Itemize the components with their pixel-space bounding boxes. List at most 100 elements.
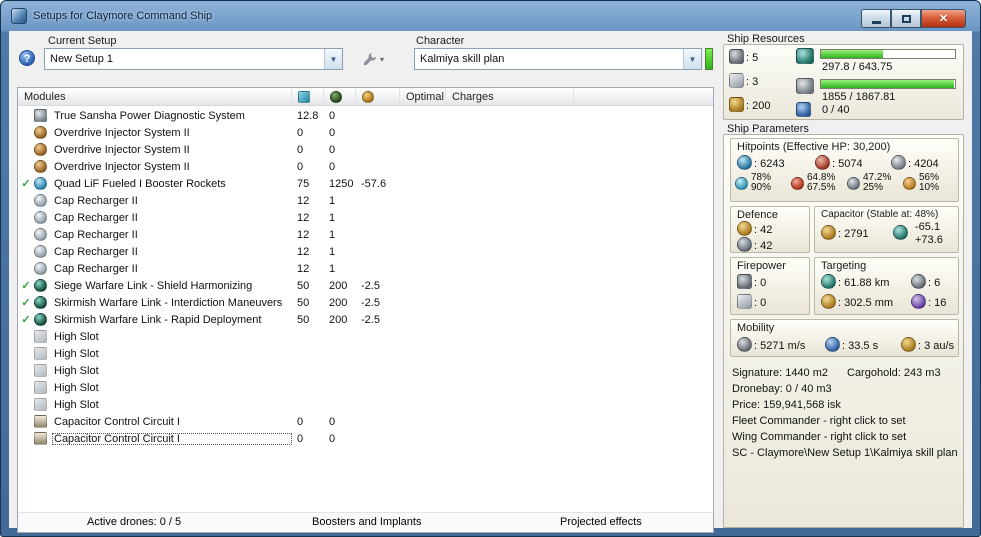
module-row[interactable]: High Slot <box>18 328 713 345</box>
charges-column-header[interactable]: Charges <box>446 88 574 105</box>
character-dropdown-arrow-icon[interactable]: ▼ <box>683 49 701 69</box>
module-cap-value: -2.5 <box>361 313 380 326</box>
fleet-commander-text[interactable]: Fleet Commander - right click to set <box>732 415 957 431</box>
shield-hp-icon <box>737 155 752 170</box>
module-row[interactable]: Overdrive Injector System II 0 0 <box>18 124 713 141</box>
wrench-icon <box>363 52 377 65</box>
current-setup-label: Current Setup <box>48 35 117 47</box>
em-resist-group: 78% 90% <box>735 173 791 193</box>
hitpoints-title: Hitpoints (Effective HP: 30,200) <box>737 141 891 153</box>
module-pg-value: 0 <box>329 143 336 156</box>
warp-speed-value: : 3 au/s <box>918 340 955 352</box>
module-cpu-value: 0 <box>297 432 304 445</box>
armor-hp-icon <box>815 155 830 170</box>
sensor-strength-value: : 16 <box>928 297 947 309</box>
module-pg-value: 200 <box>329 313 348 326</box>
module-name: High Slot <box>54 347 99 360</box>
title-bar[interactable]: Setups for Claymore Command Ship ✕ <box>1 1 980 31</box>
cargohold-text: Cargohold: 243 m3 <box>847 367 941 379</box>
resistances-row: 78% 90% 64.8% 67.5% 47.2% 25% 56% 10% <box>735 173 959 193</box>
explosive-resist-group: 56% 10% <box>903 173 959 193</box>
module-row[interactable]: Cap Recharger II 12 1 <box>18 226 713 243</box>
module-pg-value: 200 <box>329 279 348 292</box>
module-row[interactable]: Capacitor Control Circuit I 0 0 <box>18 413 713 430</box>
cpu-column-header[interactable] <box>292 88 324 105</box>
module-name: High Slot <box>54 364 99 377</box>
minimize-button[interactable] <box>861 9 891 28</box>
sensor-strength-icon <box>911 294 926 309</box>
setup-combobox[interactable]: New Setup 1 ▼ <box>44 48 343 70</box>
module-row[interactable]: ✓ Skirmish Warfare Link - Interdiction Ma… <box>18 294 713 311</box>
thermal-resist-group: 64.8% 67.5% <box>791 173 847 193</box>
calibration-usage-text: 0 / 40 <box>822 104 850 116</box>
module-type-icon <box>34 227 52 242</box>
mobility-box: Mobility : 5271 m/s : 33.5 s : 3 au/s <box>730 319 959 357</box>
module-row[interactable]: Overdrive Injector System II 0 0 <box>18 158 713 175</box>
module-row[interactable]: High Slot <box>18 345 713 362</box>
defence-shield-icon <box>737 221 752 236</box>
optimal-column-header[interactable]: Optimal <box>400 88 446 105</box>
wing-commander-text[interactable]: Wing Commander - right click to set <box>732 431 957 447</box>
module-cpu-value: 50 <box>297 296 310 309</box>
capacitor-recharge-value: +73.6 <box>915 234 943 246</box>
turret-hardpoints-value: : 5 <box>746 52 759 64</box>
capacitor-column-header[interactable] <box>356 88 400 105</box>
module-type-icon <box>34 431 52 446</box>
mobility-title: Mobility <box>737 322 775 334</box>
module-row[interactable]: ✓ Quad LiF Fueled I Booster Rockets 75 1250… <box>18 175 713 192</box>
module-name: Skirmish Warfare Link - Rapid Deployment <box>54 313 262 326</box>
module-row[interactable]: High Slot <box>18 362 713 379</box>
setup-combobox-value: New Setup 1 <box>50 53 113 65</box>
setup-dropdown-arrow-icon[interactable]: ▼ <box>324 49 342 69</box>
module-row[interactable]: True Sansha Power Diagnostic System 12.8 0 <box>18 107 713 124</box>
module-name: Quad LiF Fueled I Booster Rockets <box>54 177 226 190</box>
kinetic-resist-icon <box>847 176 860 190</box>
bottom-tab-0[interactable]: Active drones: 0 / 5 <box>87 516 181 528</box>
turret-dps-value: : 0 <box>754 277 767 289</box>
module-cap-value: -57.6 <box>361 177 387 190</box>
help-icon[interactable]: ? <box>19 50 35 66</box>
module-row[interactable]: ✓ Skirmish Warfare Link - Rapid Deploymen… <box>18 311 713 328</box>
minimize-icon <box>871 21 881 24</box>
module-cpu-value: 12 <box>297 211 310 224</box>
module-type-icon <box>34 159 52 174</box>
max-velocity-icon <box>737 337 752 352</box>
ship-info: Signature: 1440 m2 Cargohold: 243 m3 Dro… <box>732 367 958 463</box>
module-name: Overdrive Injector System II <box>54 143 190 156</box>
active-check-icon: ✓ <box>21 297 31 309</box>
character-combobox[interactable]: Kalmiya skill plan ▼ <box>414 48 702 70</box>
maximize-button[interactable] <box>891 9 921 28</box>
powergrid-column-header[interactable] <box>324 88 356 105</box>
turret-hardpoints-icon <box>729 49 744 64</box>
module-row[interactable]: Cap Recharger II 12 1 <box>18 260 713 277</box>
firepower-box: Firepower : 0 : 0 <box>730 257 810 315</box>
module-name: True Sansha Power Diagnostic System <box>54 109 245 122</box>
module-row[interactable]: Cap Recharger II 12 1 <box>18 192 713 209</box>
module-type-icon <box>34 329 52 344</box>
module-name: Skirmish Warfare Link - Interdiction Man… <box>54 296 283 309</box>
max-targets-value: : 6 <box>928 277 941 289</box>
module-row[interactable]: Capacitor Control Circuit I 0 0 <box>18 430 713 447</box>
module-row[interactable]: ✓ Siege Warfare Link - Shield Harmonizing… <box>18 277 713 294</box>
app-icon <box>11 8 27 24</box>
missile-dps-value: : 0 <box>754 297 767 309</box>
close-button[interactable]: ✕ <box>921 9 966 28</box>
bottom-tab-2[interactable]: Projected effects <box>560 516 642 528</box>
module-row[interactable]: Cap Recharger II 12 1 <box>18 243 713 260</box>
active-check-icon: ✓ <box>21 314 31 326</box>
module-row[interactable]: Overdrive Injector System II 0 0 <box>18 141 713 158</box>
launcher-hardpoints-icon <box>729 73 744 88</box>
module-type-icon <box>34 142 52 157</box>
window-controls: ✕ <box>861 9 966 28</box>
active-check-icon: ✓ <box>21 280 31 292</box>
turret-dps-icon <box>737 274 752 289</box>
module-row[interactable]: High Slot <box>18 379 713 396</box>
modules-column-header[interactable]: Modules <box>18 88 292 105</box>
module-row[interactable]: High Slot <box>18 396 713 413</box>
character-label: Character <box>416 35 465 47</box>
bottom-tab-1[interactable]: Boosters and Implants <box>312 516 421 528</box>
setup-tools-button[interactable]: ▾ <box>351 48 395 70</box>
capacitor-flux-icon <box>893 225 908 240</box>
module-row[interactable]: Cap Recharger II 12 1 <box>18 209 713 226</box>
module-pg-value: 0 <box>329 432 336 445</box>
